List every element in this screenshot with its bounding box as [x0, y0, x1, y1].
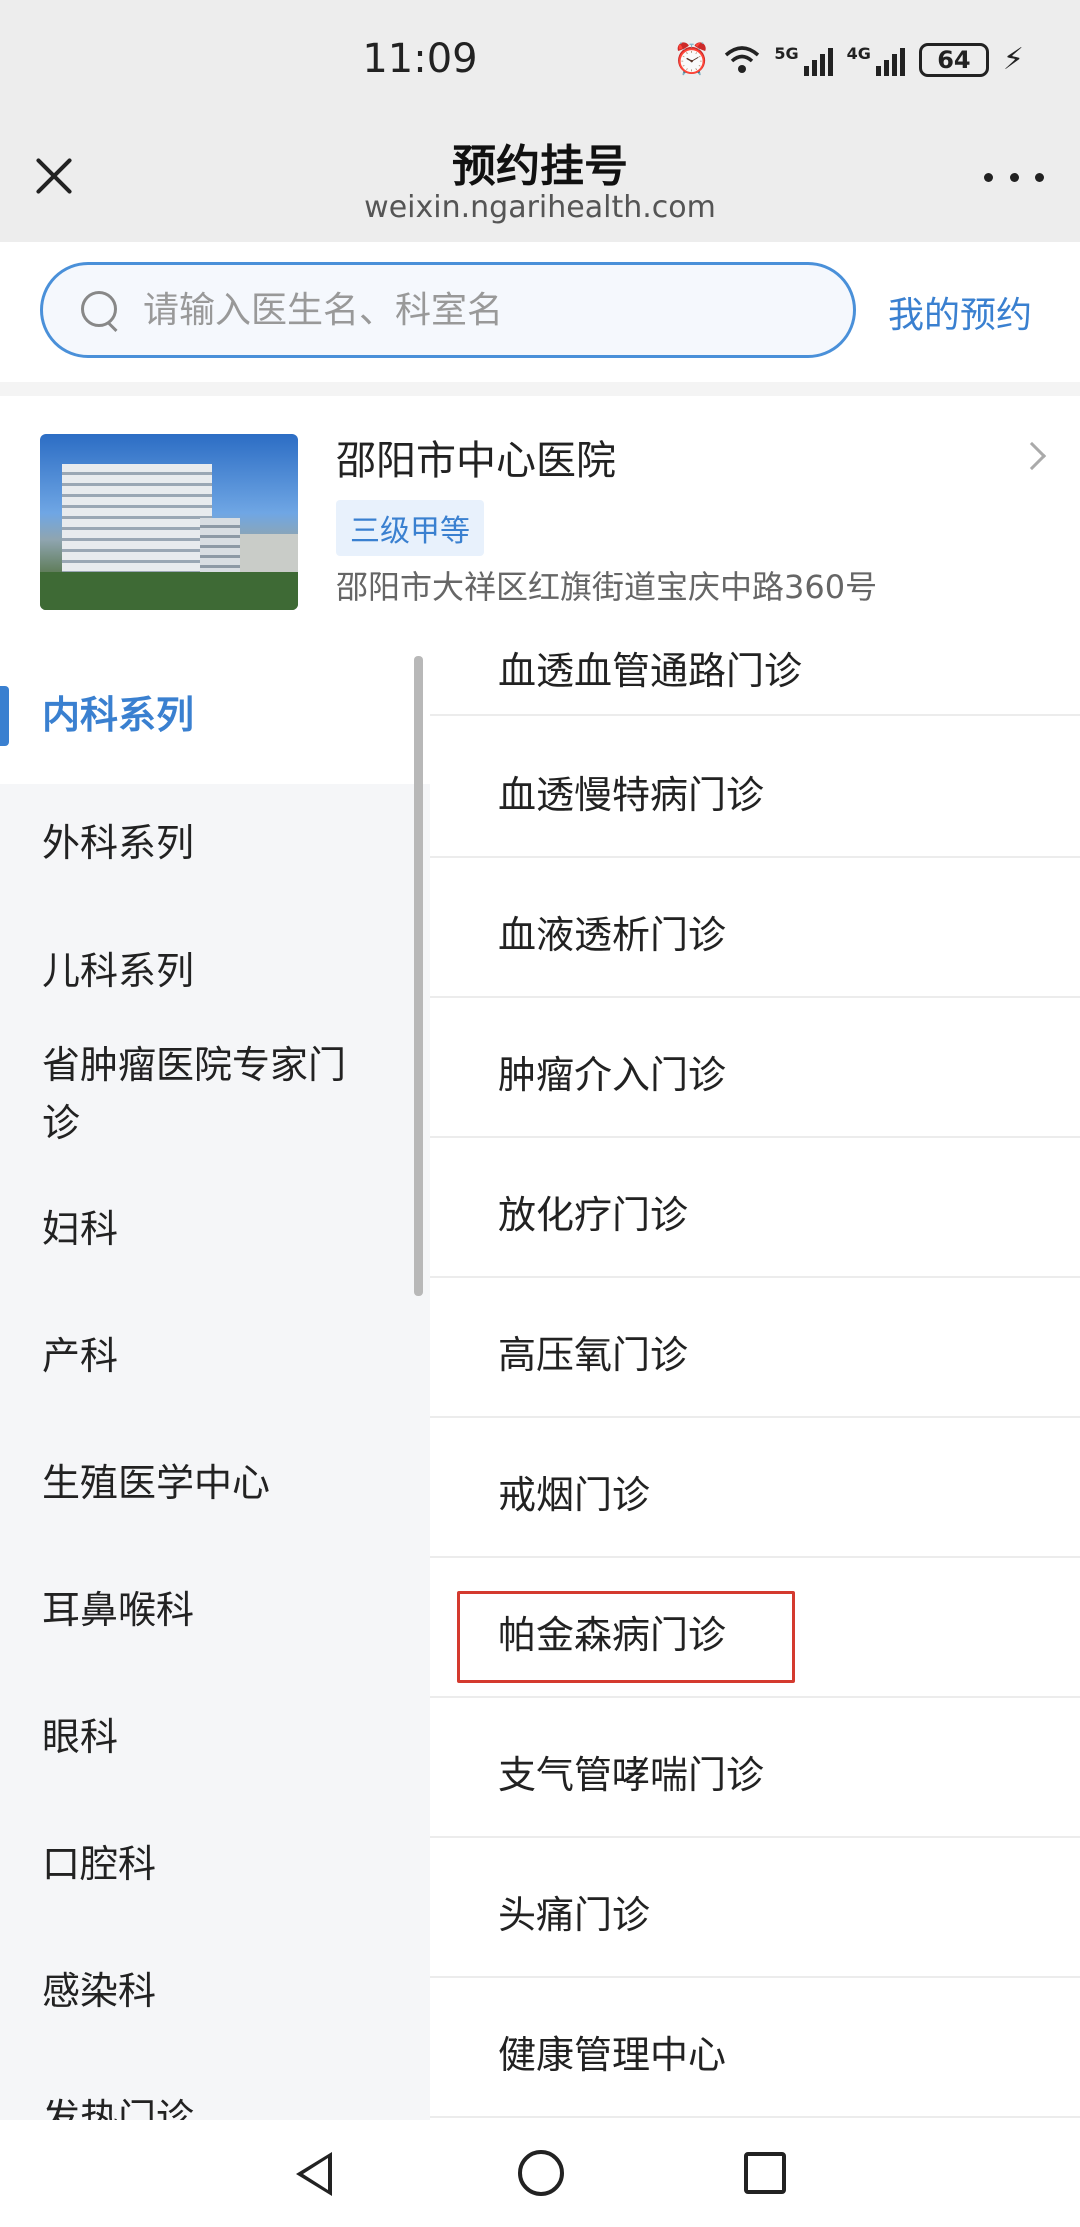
sidebar-item[interactable]: 省肿瘤医院专家门诊 [0, 1030, 430, 1158]
sidebar-item[interactable]: 眼科 [0, 1678, 430, 1796]
sidebar-item-label: 口腔科 [42, 1842, 157, 1886]
list-item[interactable]: 健康管理中心 [430, 1978, 1080, 2118]
sidebar-item[interactable]: 感染科 [0, 1932, 430, 2050]
hospital-name: 邵阳市中心医院 [336, 438, 616, 484]
department-label: 戒烟门诊 [498, 1473, 651, 1517]
sidebar-item[interactable]: 外科系列 [0, 784, 430, 902]
active-indicator [0, 686, 9, 746]
list-item[interactable]: 血透血管通路门诊 [430, 646, 1080, 716]
sidebar-item-label: 耳鼻喉科 [42, 1588, 195, 1632]
nav-bar: 预约挂号 weixin.ngarihealth.com [0, 120, 1080, 242]
list-item[interactable]: 戒烟门诊 [430, 1418, 1080, 1558]
hospital-image [40, 434, 298, 610]
list-item[interactable]: 支气管哮喘门诊 [430, 1698, 1080, 1838]
sidebar-item-label: 妇科 [42, 1207, 119, 1251]
hospital-address: 邵阳市大祥区红旗街道宝庆中路360号 [336, 568, 878, 606]
status-bar: 11:09 ⏰ 5G 4G 64 ⚡ [0, 0, 1080, 120]
search-icon [81, 291, 121, 331]
sidebar-item[interactable]: 内科系列 [0, 646, 430, 784]
hospital-card[interactable]: 邵阳市中心医院 三级甲等 邵阳市大祥区红旗街道宝庆中路360号 [0, 396, 1080, 646]
sidebar-item-label: 感染科 [42, 1969, 157, 2013]
sidebar-item-label: 儿科系列 [42, 949, 195, 993]
search-input[interactable] [143, 265, 833, 355]
sidebar-item[interactable]: 口腔科 [0, 1805, 430, 1923]
wifi-icon [724, 45, 760, 75]
department-label: 血液透析门诊 [498, 913, 727, 957]
battery-icon: 64 [918, 42, 989, 77]
list-item[interactable]: 头痛门诊 [430, 1838, 1080, 1978]
department-label: 高压氧门诊 [498, 1333, 689, 1377]
sidebar-item-label: 内科系列 [42, 693, 195, 737]
sidebar-item-label: 产科 [42, 1334, 119, 1378]
page-url: weixin.ngarihealth.com [364, 190, 716, 225]
highlight-annotation [457, 1591, 795, 1683]
sidebar-item[interactable]: 发热门诊 [0, 2059, 430, 2120]
my-appointments-link[interactable]: 我的预约 [888, 286, 1032, 338]
search-box[interactable] [40, 262, 856, 358]
department-label: 健康管理中心 [498, 2033, 727, 2077]
department-list: 血透血管通路门诊 血透慢特病门诊 血液透析门诊 肿瘤介入门诊 放化疗门诊 高压氧… [430, 646, 1080, 2120]
signal-4g-icon: 4G [847, 44, 905, 76]
recent-apps-icon[interactable] [744, 2152, 786, 2194]
alarm-icon: ⏰ [673, 42, 711, 77]
chevron-right-icon [1017, 441, 1047, 471]
sidebar-item-label: 外科系列 [42, 821, 195, 865]
department-label: 血透血管通路门诊 [498, 649, 803, 693]
sidebar-item[interactable]: 儿科系列 [0, 912, 430, 1030]
department-label: 肿瘤介入门诊 [498, 1053, 727, 1097]
sidebar-item-label: 眼科 [42, 1715, 119, 1759]
sidebar-item-label: 发热门诊 [42, 2096, 195, 2120]
sidebar-item-label: 省肿瘤医院专家门诊 [42, 1043, 347, 1145]
sidebar-item[interactable]: 耳鼻喉科 [0, 1551, 430, 1669]
department-label: 头痛门诊 [498, 1893, 651, 1937]
department-label: 放化疗门诊 [498, 1193, 689, 1237]
charging-icon: ⚡ [1002, 42, 1024, 77]
sidebar-item[interactable]: 产科 [0, 1297, 430, 1415]
category-sidebar: 内科系列 外科系列 儿科系列 省肿瘤医院专家门诊 妇科 产科 生殖医学中心 耳鼻… [0, 646, 430, 2120]
page-title: 预约挂号 [452, 141, 628, 192]
search-row: 我的预约 [0, 242, 1080, 382]
system-nav-bar [0, 2120, 1080, 2227]
department-label: 支气管哮喘门诊 [498, 1753, 765, 1797]
list-item[interactable]: 血液透析门诊 [430, 858, 1080, 998]
list-item[interactable]: 肿瘤介入门诊 [430, 998, 1080, 1138]
signal-5g-icon: 5G [774, 44, 833, 76]
more-icon[interactable] [984, 162, 1044, 192]
list-item[interactable]: 高压氧门诊 [430, 1278, 1080, 1418]
department-label: 血透慢特病门诊 [498, 773, 765, 817]
sidebar-item-label: 生殖医学中心 [42, 1461, 271, 1505]
sidebar-scrollbar[interactable] [414, 656, 423, 1296]
status-icons: ⏰ 5G 4G 64 ⚡ [673, 42, 1024, 77]
divider [0, 382, 1080, 396]
list-item[interactable]: 放化疗门诊 [430, 1138, 1080, 1278]
sidebar-item[interactable]: 生殖医学中心 [0, 1424, 430, 1542]
back-icon[interactable] [296, 2152, 332, 2196]
hospital-level-badge: 三级甲等 [336, 500, 484, 556]
list-item[interactable]: 血透慢特病门诊 [430, 718, 1080, 858]
home-icon[interactable] [518, 2150, 564, 2196]
sidebar-item[interactable]: 妇科 [0, 1170, 430, 1288]
